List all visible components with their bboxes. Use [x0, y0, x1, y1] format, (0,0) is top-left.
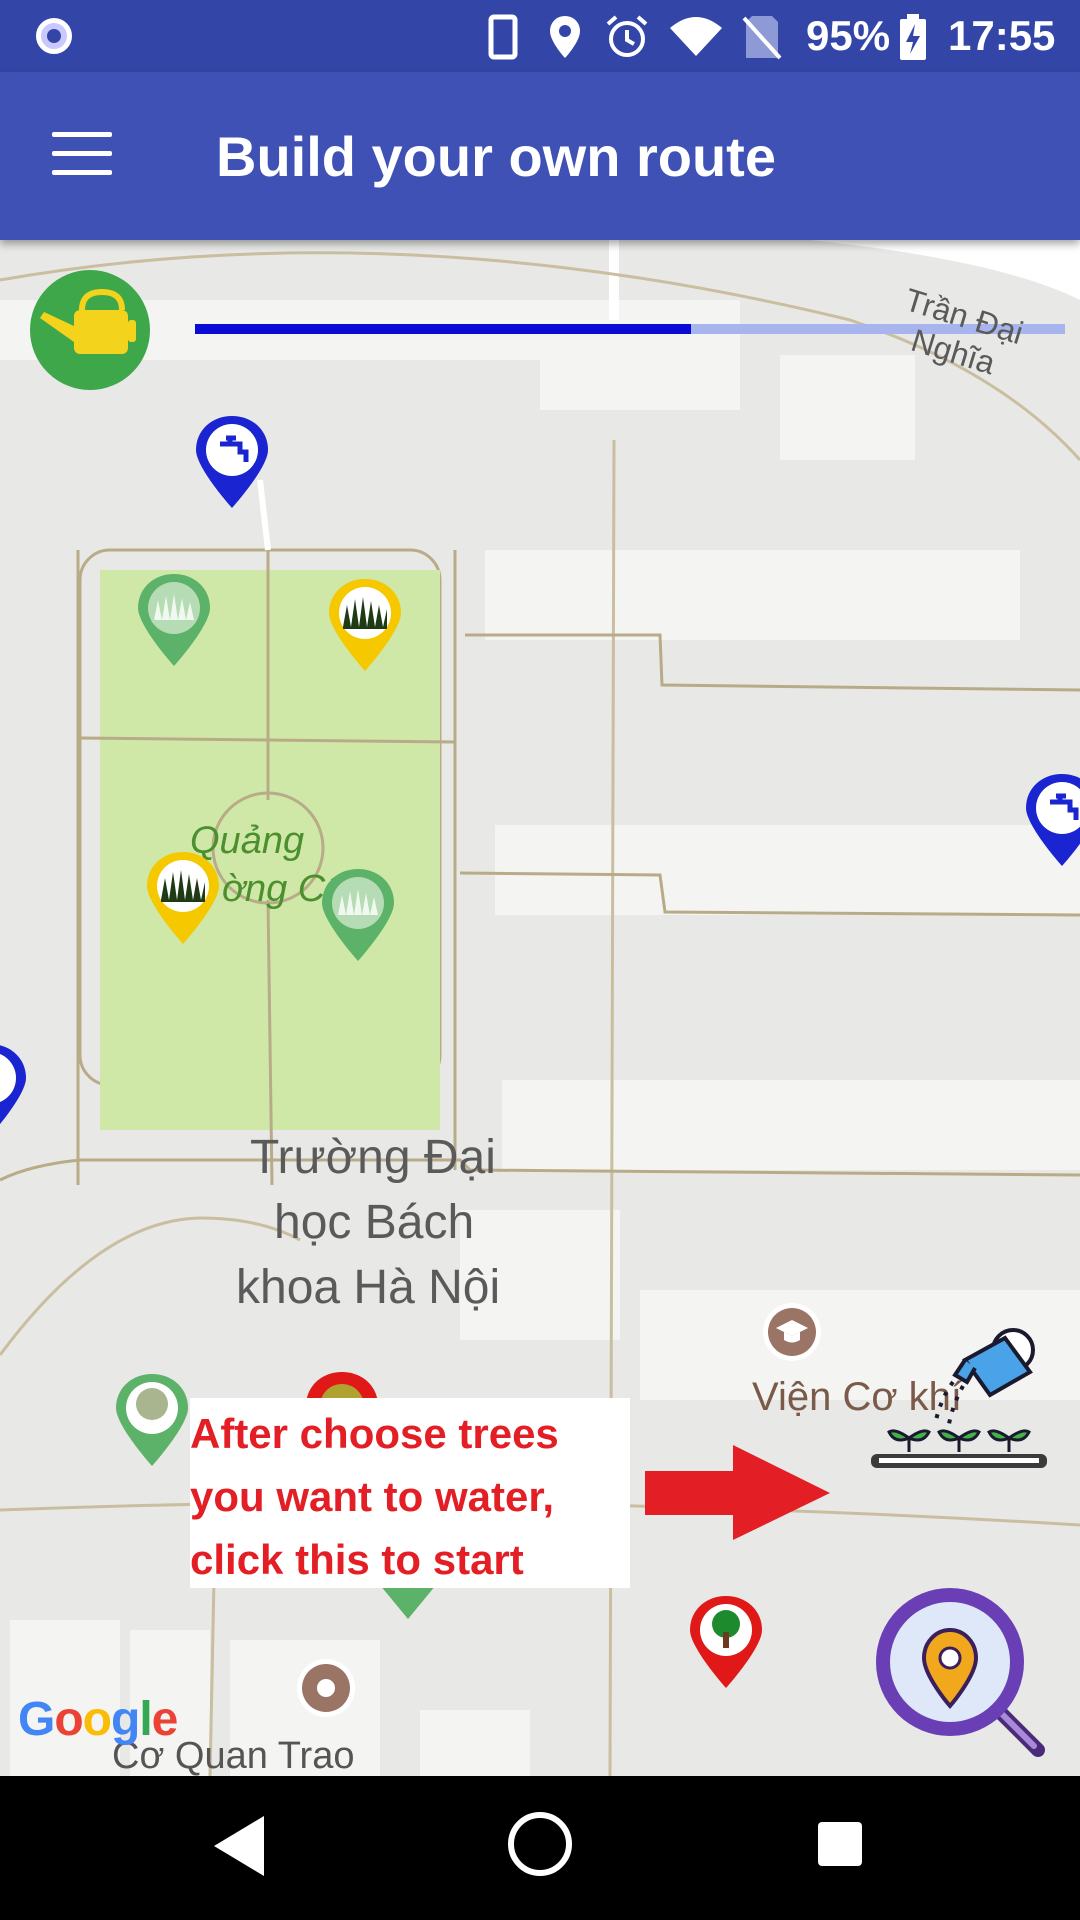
home-icon[interactable] [508, 1812, 572, 1876]
water-tap-pin-icon[interactable] [0, 1040, 30, 1140]
map-view[interactable]: Trần Đại Nghĩa Quảng ờng C1 Trường Đại h… [0, 240, 1080, 1776]
back-icon[interactable] [214, 1816, 264, 1876]
annotation-line1: After choose trees [190, 1410, 559, 1457]
battery-charging-icon [900, 14, 926, 60]
navigation-bar [0, 1776, 1080, 1920]
wifi-icon [670, 17, 722, 56]
education-place-icon[interactable] [762, 1302, 822, 1362]
location-icon [550, 16, 580, 58]
place-marker-icon[interactable] [296, 1658, 356, 1718]
progress-bar-fill [195, 324, 691, 334]
page-title: Build your own route [216, 125, 776, 188]
recent-apps-icon[interactable] [818, 1822, 862, 1866]
water-tap-pin-icon[interactable] [1022, 770, 1080, 870]
battery-percent: 95% [806, 12, 891, 59]
search-location-icon [876, 1588, 1045, 1757]
grass-pin-yellow-icon[interactable] [143, 848, 223, 948]
grass-pin-yellow-icon[interactable] [325, 575, 405, 675]
arrow-right-icon [645, 1445, 830, 1540]
google-logo: Google [18, 1693, 178, 1746]
tree-pin-red-icon[interactable] [686, 1592, 766, 1692]
annotation-line2: you want to water, [190, 1473, 555, 1520]
no-sim-icon [742, 16, 782, 60]
tree-pin-green-icon[interactable] [112, 1370, 192, 1470]
alarm-icon [606, 15, 648, 57]
clock: 17:55 [948, 12, 1056, 59]
phone-icon [488, 14, 518, 60]
grass-pin-green-icon[interactable] [134, 570, 214, 670]
annotation-line3: click this to start [190, 1536, 524, 1583]
campus-label-line3: khoa Hà Nội [236, 1261, 501, 1314]
start-watering-button[interactable] [865, 1320, 1055, 1470]
app-bar: Build your own route [0, 72, 1080, 240]
grass-pin-green-icon[interactable] [318, 865, 398, 965]
instruction-annotation: After choose trees you want to water, cl… [190, 1398, 630, 1588]
campus-label-line2: học Bách [274, 1196, 475, 1249]
notification-dot-icon [36, 18, 72, 54]
water-tap-pin-icon[interactable] [192, 412, 272, 512]
hamburger-menu-icon[interactable] [52, 132, 112, 178]
watering-can-icon [40, 288, 136, 354]
campus-label-line1: Trường Đại [250, 1131, 496, 1184]
watering-plants-icon [871, 1328, 1047, 1468]
search-location-button[interactable] [868, 1580, 1053, 1765]
status-bar: 95% 17:55 [0, 0, 1080, 72]
watering-can-button[interactable] [30, 270, 150, 390]
